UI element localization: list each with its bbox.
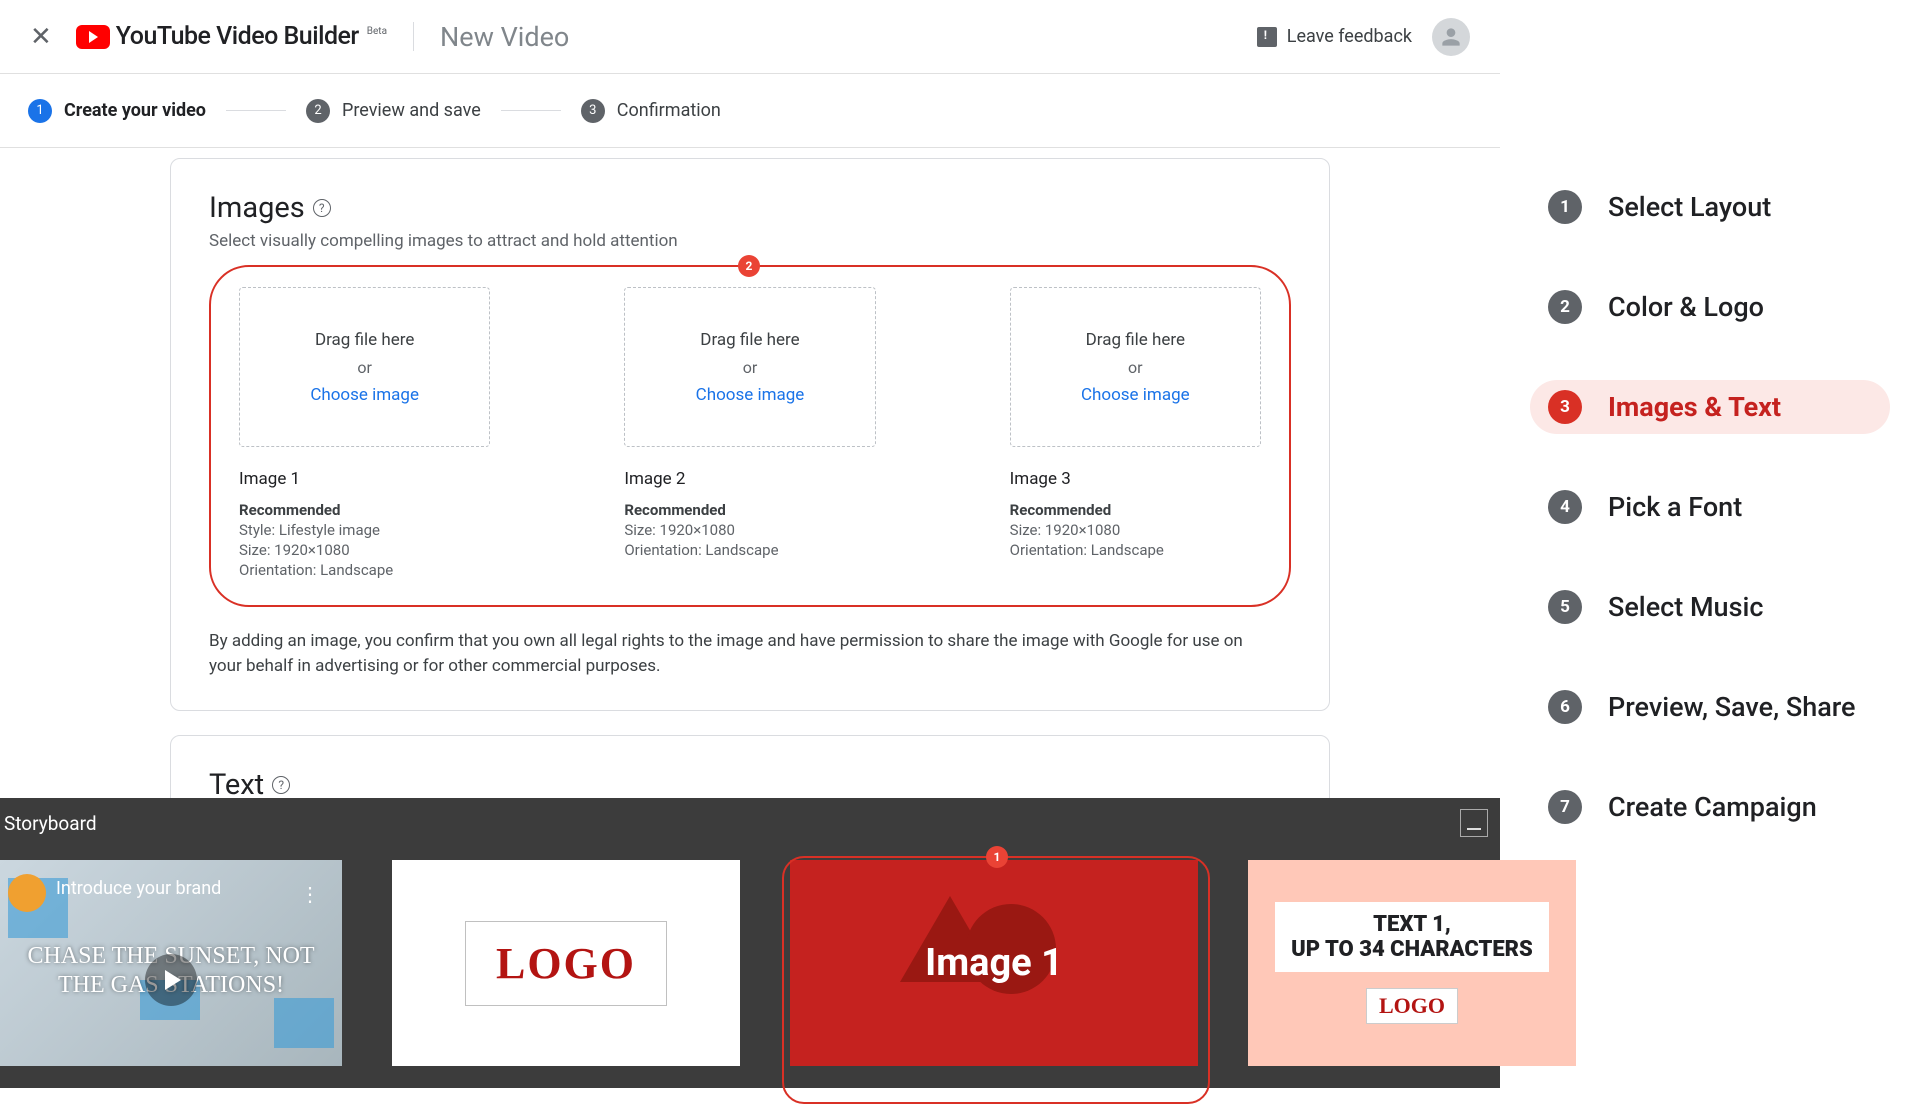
step-confirmation[interactable]: 3 Confirmation: [581, 99, 721, 123]
checklist-item-preview[interactable]: 6 Preview, Save, Share: [1530, 680, 1890, 734]
step-preview-save[interactable]: 2 Preview and save: [306, 99, 481, 123]
close-icon[interactable]: ✕: [30, 22, 52, 52]
feedback-icon: [1257, 27, 1277, 47]
page-title: New Video: [440, 21, 569, 53]
help-icon[interactable]: ?: [313, 199, 331, 217]
checklist-item-color-logo[interactable]: 2 Color & Logo: [1530, 280, 1890, 334]
image-dropzone-2[interactable]: Drag file here or Choose image: [624, 287, 875, 447]
checklist-item-images-text[interactable]: 3 Images & Text: [1530, 380, 1890, 434]
channel-avatar-icon: [8, 874, 46, 912]
image-slot-2: Drag file here or Choose image Image 2 R…: [624, 287, 875, 579]
leave-feedback-button[interactable]: Leave feedback: [1257, 26, 1412, 47]
help-icon[interactable]: ?: [272, 776, 290, 794]
beta-badge: Beta: [367, 26, 387, 37]
storyboard-frame-text1[interactable]: TEXT 1, UP TO 34 CHARACTERS LOGO: [1248, 860, 1576, 1066]
choose-image-link-1[interactable]: Choose image: [310, 385, 419, 405]
checklist-item-layout[interactable]: 1 Select Layout: [1530, 180, 1890, 234]
person-icon: [1438, 24, 1464, 50]
images-title: Images: [209, 191, 305, 225]
wizard-steps: 1 Create your video 2 Preview and save 3…: [0, 74, 1500, 148]
frame-menu-icon[interactable]: ⋮: [300, 882, 322, 906]
images-disclaimer: By adding an image, you confirm that you…: [209, 629, 1269, 678]
logo-placeholder-small: LOGO: [1366, 988, 1458, 1024]
choose-image-link-2[interactable]: Choose image: [696, 385, 805, 405]
logo-placeholder: LOGO: [465, 921, 667, 1006]
storyboard-title: Storyboard: [4, 812, 97, 835]
callout-badge-2: 2: [738, 255, 760, 277]
storyboard-panel: Storyboard Introduce your brand ⋮ CHASE …: [0, 798, 1500, 1088]
choose-image-link-3[interactable]: Choose image: [1081, 385, 1190, 405]
images-callout: 2 Drag file here or Choose image Image 1…: [209, 265, 1291, 607]
feedback-label: Leave feedback: [1287, 26, 1412, 47]
checklist-item-campaign[interactable]: 7 Create Campaign: [1530, 780, 1890, 834]
images-subtitle: Select visually compelling images to att…: [209, 231, 1291, 251]
checklist-item-font[interactable]: 4 Pick a Font: [1530, 480, 1890, 534]
storyboard-frame-image1[interactable]: Image 1: [790, 860, 1198, 1066]
play-icon[interactable]: [145, 954, 197, 1006]
image-slot-1: Drag file here or Choose image Image 1 R…: [239, 287, 490, 579]
top-bar: ✕ YouTube Video Builder Beta New Video L…: [0, 0, 1500, 74]
step-create-video[interactable]: 1 Create your video: [28, 99, 206, 123]
minimize-button[interactable]: [1460, 809, 1488, 837]
step-connector: [226, 110, 286, 111]
checklist-item-music[interactable]: 5 Select Music: [1530, 580, 1890, 634]
brand[interactable]: YouTube Video Builder Beta: [76, 22, 414, 51]
image-dropzone-3[interactable]: Drag file here or Choose image: [1010, 287, 1261, 447]
storyboard-frame-intro[interactable]: Introduce your brand ⋮ CHASE THE SUNSET,…: [0, 860, 342, 1066]
text-title: Text: [209, 768, 264, 798]
image-dropzone-1[interactable]: Drag file here or Choose image: [239, 287, 490, 447]
brand-text: YouTube Video Builder: [116, 22, 359, 51]
images-card: Images ? Select visually compelling imag…: [170, 158, 1330, 711]
image-slot-3: Drag file here or Choose image Image 3 R…: [1010, 287, 1261, 579]
callout-badge-1: 1: [986, 846, 1008, 868]
text-card: Text ? Enter text that tells an engaging…: [170, 735, 1330, 798]
youtube-logo-icon: [76, 25, 110, 49]
account-avatar[interactable]: [1432, 18, 1470, 56]
tutorial-checklist: 1 Select Layout 2 Color & Logo 3 Images …: [1530, 180, 1890, 834]
step-connector: [501, 110, 561, 111]
text-placeholder: TEXT 1, UP TO 34 CHARACTERS: [1275, 902, 1549, 973]
storyboard-frame-logo[interactable]: LOGO: [392, 860, 740, 1066]
